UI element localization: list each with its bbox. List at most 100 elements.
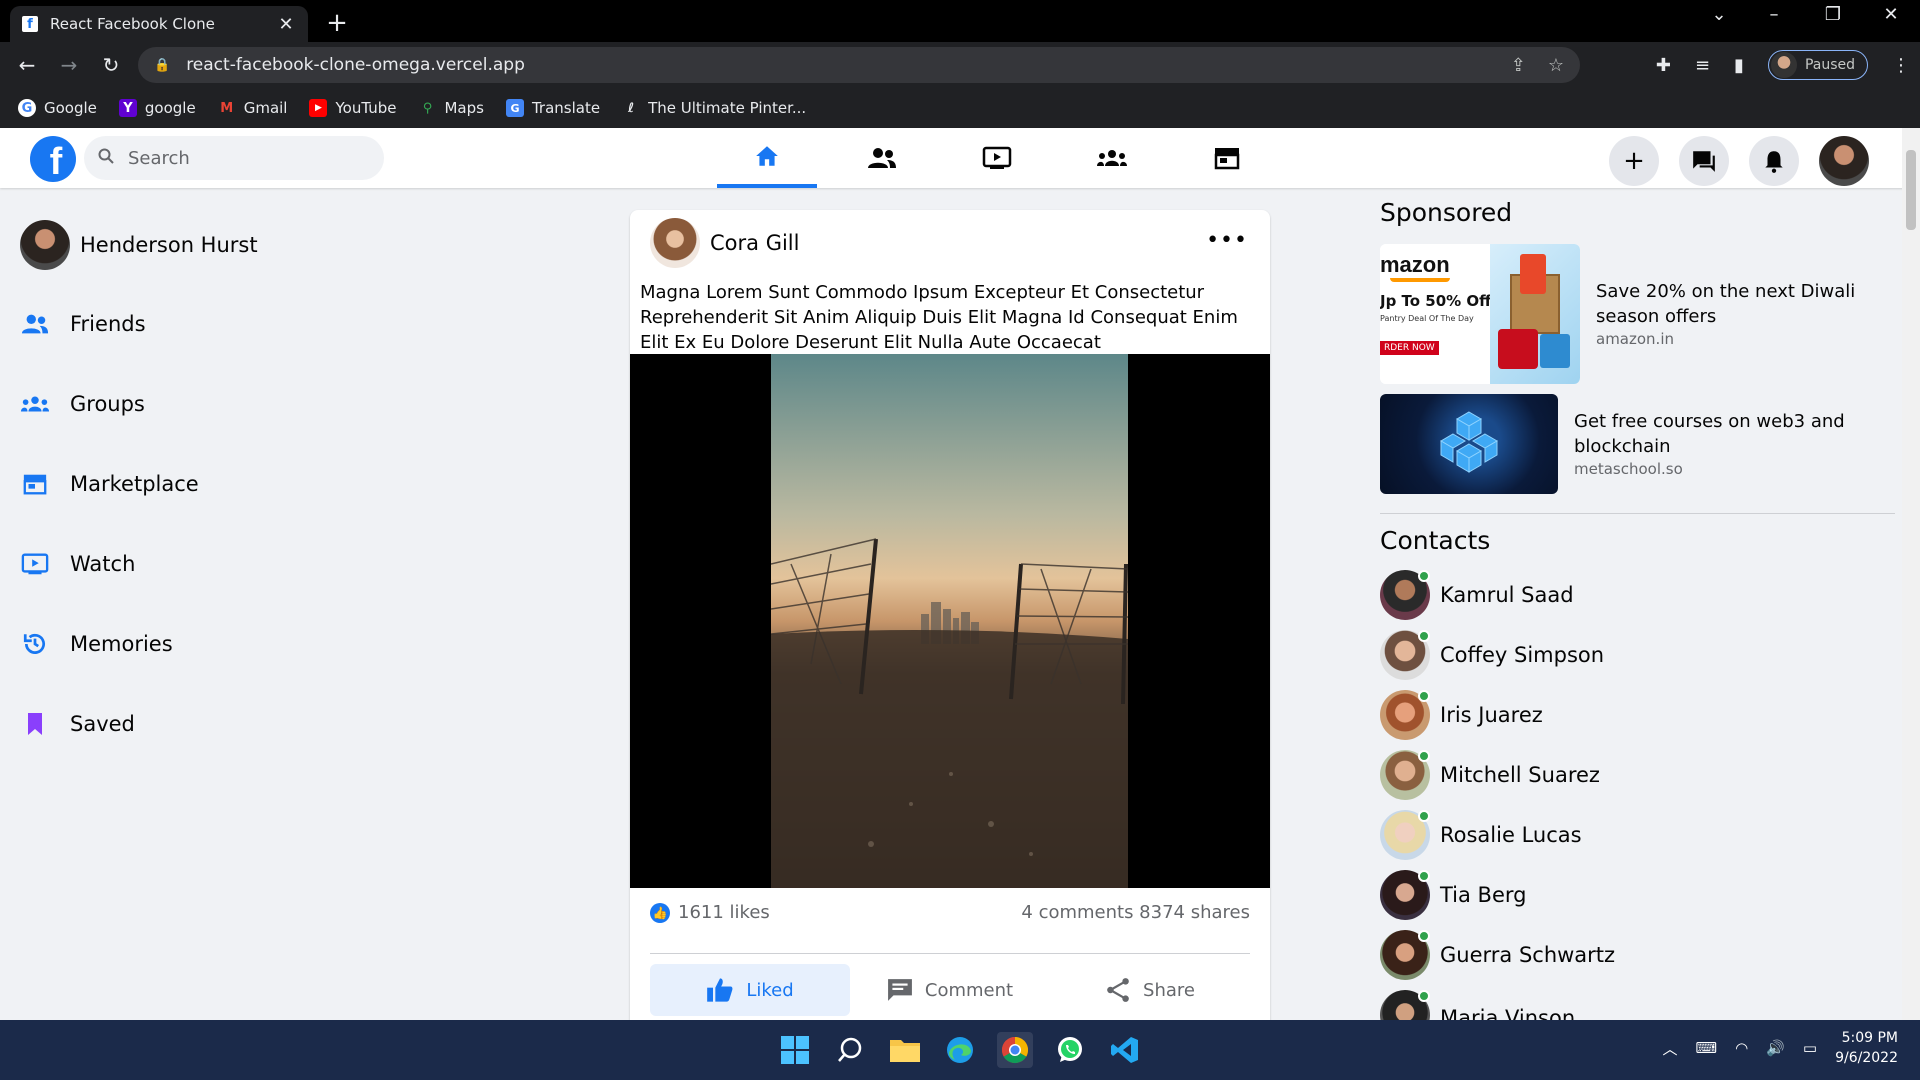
forward-icon[interactable]: →: [54, 53, 84, 77]
close-tab-icon[interactable]: ✕: [276, 14, 296, 35]
plus-icon: +: [1623, 146, 1645, 176]
back-icon[interactable]: ←: [12, 53, 42, 77]
sidebar-item-memories[interactable]: Memories: [20, 629, 173, 659]
ad-image-cta: RDER NOW: [1380, 341, 1439, 355]
windows-start-icon[interactable]: [777, 1032, 813, 1068]
file-explorer-icon[interactable]: [887, 1032, 923, 1068]
nav-watch[interactable]: [947, 128, 1047, 188]
restore-button[interactable]: ❐: [1813, 4, 1853, 25]
lock-icon: 🔒: [154, 57, 171, 73]
battery-icon[interactable]: ▭: [1803, 1039, 1817, 1057]
likes-text: 1611 likes: [678, 902, 770, 923]
contact-item[interactable]: Rosalie Lucas: [1380, 810, 1582, 860]
clock[interactable]: 5:09 PM 9/6/2022: [1835, 1028, 1898, 1068]
browser-tab-strip: f React Facebook Clone ✕ + ⌄ – ❐ ✕: [0, 0, 1920, 42]
create-button[interactable]: +: [1609, 136, 1659, 186]
likes-count[interactable]: 👍 1611 likes: [650, 902, 770, 923]
media-control-icon[interactable]: ≡: [1695, 55, 1710, 76]
date: 9/6/2022: [1835, 1050, 1898, 1066]
share-icon[interactable]: ⇪: [1511, 55, 1526, 76]
extensions-icon[interactable]: ✚: [1656, 55, 1671, 76]
avatar: [1380, 690, 1430, 740]
messenger-button[interactable]: [1679, 136, 1729, 186]
scrollbar-thumb[interactable]: [1906, 150, 1916, 230]
sidebar-item-watch[interactable]: Watch: [20, 549, 135, 579]
bookmark-youtube[interactable]: ▶ YouTube: [309, 99, 396, 117]
address-bar[interactable]: 🔒 react-facebook-clone-omega.vercel.app …: [138, 47, 1580, 83]
ad-image-metaschool: [1380, 394, 1558, 494]
bookmark-gmail[interactable]: M Gmail: [218, 99, 287, 117]
avatar: [1380, 630, 1430, 680]
like-button[interactable]: Liked: [650, 964, 850, 1016]
close-window-button[interactable]: ✕: [1871, 4, 1911, 25]
share-icon: [1107, 978, 1129, 1002]
avatar[interactable]: [650, 218, 700, 268]
contact-item[interactable]: Mitchell Suarez: [1380, 750, 1600, 800]
nav-friends[interactable]: [832, 128, 932, 188]
sidebar-item-groups[interactable]: Groups: [20, 389, 145, 419]
ad-image-subtext: Pantry Deal Of The Day: [1380, 314, 1474, 323]
bookmark-star-icon[interactable]: ☆: [1548, 55, 1564, 76]
search-input[interactable]: Search: [84, 136, 384, 180]
keyboard-icon[interactable]: ⌨: [1695, 1039, 1717, 1057]
bookmark-label: Google: [44, 99, 97, 117]
comments-shares-count[interactable]: 4 comments 8374 shares: [1021, 902, 1250, 923]
sidebar-item-friends[interactable]: Friends: [20, 309, 146, 339]
contact-name: Kamrul Saad: [1440, 583, 1574, 607]
share-button[interactable]: Share: [1050, 964, 1250, 1016]
nav-groups[interactable]: [1062, 128, 1162, 188]
sidebar-item-profile[interactable]: Henderson Hurst: [20, 220, 258, 270]
home-icon: [756, 146, 778, 166]
url-text: react-facebook-clone-omega.vercel.app: [186, 55, 525, 75]
wifi-icon[interactable]: ◠: [1735, 1039, 1748, 1057]
bookmark-pinterest[interactable]: ℓ The Ultimate Pinter...: [622, 99, 806, 117]
notifications-button[interactable]: [1749, 136, 1799, 186]
avatar: [1380, 810, 1430, 860]
ad-metaschool[interactable]: Get free courses on web3 and blockchain …: [1380, 394, 1874, 494]
search-placeholder: Search: [128, 147, 190, 169]
sidebar-item-label: Groups: [70, 392, 145, 416]
ad-amazon[interactable]: mazon Jp To 50% Off Pantry Deal Of The D…: [1380, 244, 1886, 384]
sidebar-item-marketplace[interactable]: Marketplace: [20, 469, 199, 499]
reload-icon[interactable]: ↻: [96, 53, 126, 77]
new-tab-button[interactable]: +: [324, 8, 350, 38]
facebook-logo-icon[interactable]: f: [30, 136, 76, 182]
profile-button[interactable]: Paused: [1767, 50, 1868, 80]
post-image[interactable]: [630, 354, 1270, 888]
contact-item[interactable]: Coffey Simpson: [1380, 630, 1604, 680]
bookmark-translate[interactable]: G Translate: [505, 99, 600, 117]
volume-icon[interactable]: 🔊: [1766, 1039, 1785, 1057]
browser-tab[interactable]: f React Facebook Clone ✕: [10, 6, 308, 42]
bookmark-google[interactable]: G Google: [18, 99, 97, 117]
post-author[interactable]: Cora Gill: [710, 231, 799, 255]
more-options-icon[interactable]: •••: [1206, 228, 1248, 253]
edge-icon[interactable]: [942, 1032, 978, 1068]
chrome-icon[interactable]: [997, 1032, 1033, 1068]
contact-item[interactable]: Maria Vinson: [1380, 990, 1575, 1020]
thumbs-up-icon: [707, 978, 733, 1002]
contact-item[interactable]: Guerra Schwartz: [1380, 930, 1615, 980]
menu-icon[interactable]: ⋮: [1892, 55, 1910, 76]
comment-button[interactable]: Comment: [850, 964, 1050, 1016]
bookmark-yahoo[interactable]: Y google: [118, 99, 196, 117]
bell-icon: [1765, 151, 1783, 173]
system-tray: ︿ ⌨ ◠ 🔊 ▭ 5:09 PM 9/6/2022: [1662, 1028, 1898, 1068]
contact-item[interactable]: Iris Juarez: [1380, 690, 1543, 740]
nav-home[interactable]: [717, 128, 817, 188]
vscode-icon[interactable]: [1107, 1032, 1143, 1068]
contact-item[interactable]: Tia Berg: [1380, 870, 1526, 920]
whatsapp-icon[interactable]: [1052, 1032, 1088, 1068]
contact-item[interactable]: Kamrul Saad: [1380, 570, 1574, 620]
bookmark-maps[interactable]: ⚲ Maps: [418, 99, 484, 117]
account-avatar[interactable]: [1819, 136, 1869, 186]
page-scrollbar[interactable]: [1902, 128, 1920, 1020]
sidebar-item-saved[interactable]: Saved: [20, 709, 135, 739]
nav-marketplace[interactable]: [1177, 128, 1277, 188]
online-status-icon: [1418, 870, 1430, 882]
tab-search-icon[interactable]: ⌄: [1699, 4, 1739, 25]
minimize-button[interactable]: –: [1754, 4, 1794, 25]
search-icon[interactable]: [832, 1032, 868, 1068]
chevron-up-icon[interactable]: ︿: [1662, 1038, 1677, 1059]
avatar: [1380, 870, 1430, 920]
side-panel-icon[interactable]: ▮: [1734, 55, 1744, 76]
